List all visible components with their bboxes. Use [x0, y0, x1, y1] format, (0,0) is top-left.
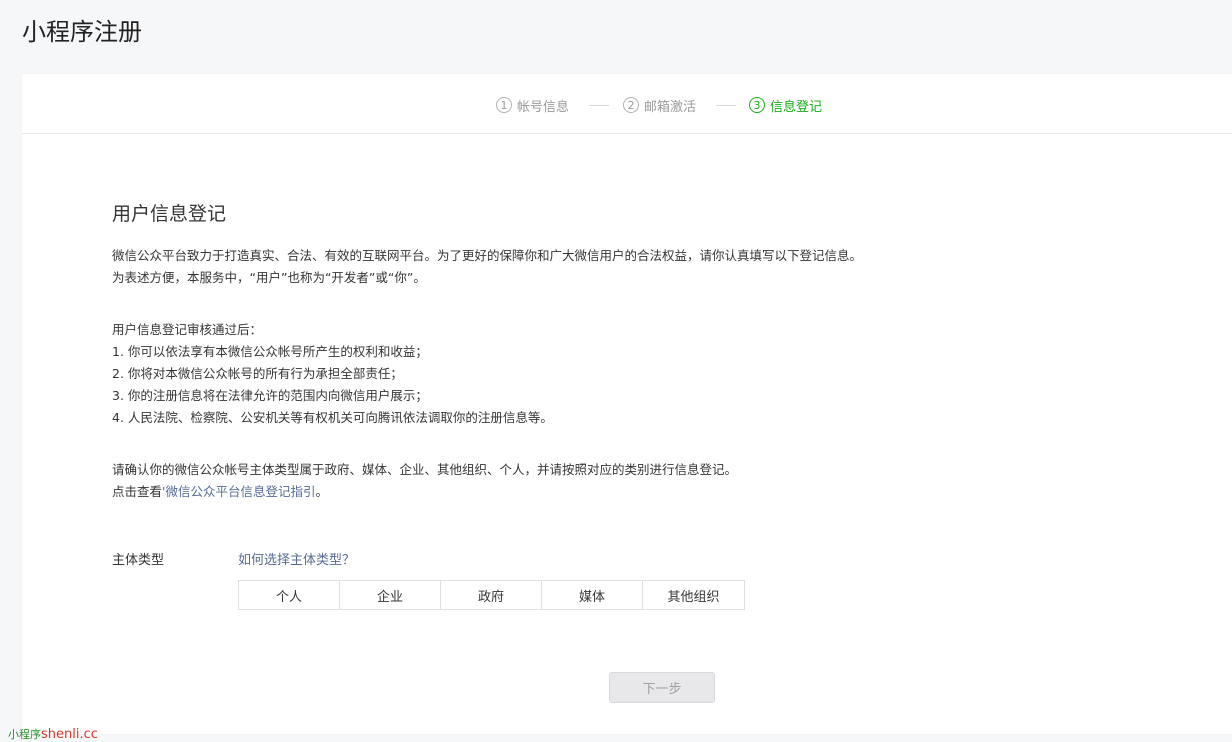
subject-type-selector: 个人 企业 政府 媒体 其他组织	[238, 580, 745, 610]
step-number-2: 2	[623, 97, 639, 113]
step-info-registration: 3 信息登记	[749, 95, 822, 115]
rights-heading: 用户信息登记审核通过后：	[112, 322, 263, 337]
step-number-3: 3	[749, 97, 765, 113]
list-item: 2. 你将对本微信公众帐号的所有行为承担全部责任；	[112, 366, 403, 381]
step-separator	[716, 105, 736, 106]
page-title: 小程序注册	[22, 18, 142, 46]
step-label: 帐号信息	[517, 99, 570, 115]
rights-list: 用户信息登记审核通过后： 1. 你可以依法享有本微信公众帐号所产生的权利和收益；…	[112, 319, 553, 429]
step-label: 信息登记	[770, 99, 823, 115]
type-option-individual[interactable]: 个人	[239, 581, 340, 609]
section-title: 用户信息登记	[112, 203, 227, 225]
list-item: 1. 你可以依法享有本微信公众帐号所产生的权利和收益；	[112, 344, 428, 359]
step-account-info: 1 帐号信息	[496, 95, 569, 115]
confirm-text: 请确认你的微信公众帐号主体类型属于政府、媒体、企业、其他组织、个人，并请按照对应…	[112, 459, 737, 503]
step-email-activation: 2 邮箱激活	[623, 95, 696, 115]
list-item: 4. 人民法院、检察院、公安机关等有权机关可向腾讯依法调取你的注册信息等。	[112, 410, 553, 425]
intro-line: 为表述方便，本服务中，“用户”也称为“开发者”或“你”。	[112, 270, 426, 285]
watermark: 小程序shenli.cc	[8, 726, 98, 742]
step-indicator: 1 帐号信息 2 邮箱激活 3 信息登记	[22, 74, 1232, 134]
guide-line: 点击查看'微信公众平台信息登记指引。	[112, 481, 737, 503]
guide-link[interactable]: '微信公众平台信息登记指引	[162, 484, 315, 499]
watermark-domain: shenli.cc	[41, 727, 98, 742]
guide-prefix: 点击查看	[112, 484, 163, 499]
next-button[interactable]: 下一步	[609, 672, 715, 703]
subject-type-help-link[interactable]: 如何选择主体类型？	[238, 549, 355, 568]
subject-type-label: 主体类型	[112, 553, 165, 568]
confirm-line: 请确认你的微信公众帐号主体类型属于政府、媒体、企业、其他组织、个人，并请按照对应…	[112, 462, 738, 477]
guide-suffix: 。	[315, 484, 328, 499]
step-label: 邮箱激活	[644, 99, 697, 115]
type-option-media[interactable]: 媒体	[542, 581, 643, 609]
main-card: 1 帐号信息 2 邮箱激活 3 信息登记 用户信息登记 微信公众平台致力于打造真…	[22, 74, 1232, 734]
list-item: 3. 你的注册信息将在法律允许的范围内向微信用户展示；	[112, 388, 428, 403]
intro-text: 微信公众平台致力于打造真实、合法、有效的互联网平台。为了更好的保障你和广大微信用…	[112, 245, 862, 289]
step-number-1: 1	[496, 97, 512, 113]
watermark-text: 小程序	[8, 728, 41, 741]
step-separator	[589, 105, 609, 106]
type-option-government[interactable]: 政府	[441, 581, 542, 609]
intro-line: 微信公众平台致力于打造真实、合法、有效的互联网平台。为了更好的保障你和广大微信用…	[112, 248, 863, 263]
type-option-other-org[interactable]: 其他组织	[643, 581, 744, 609]
type-option-enterprise[interactable]: 企业	[340, 581, 441, 609]
